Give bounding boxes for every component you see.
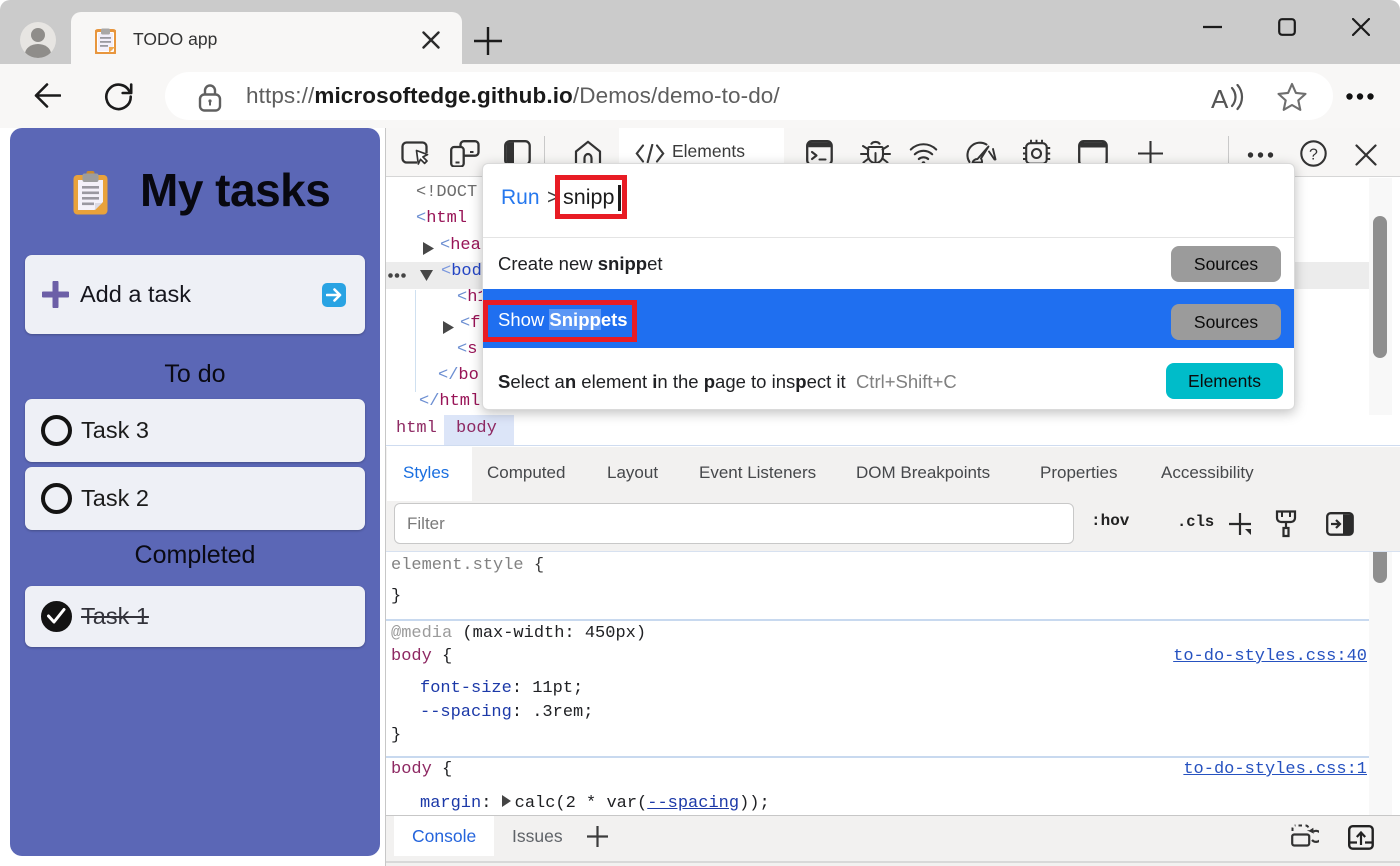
svg-text:A: A xyxy=(1211,84,1229,112)
svg-text:?: ? xyxy=(1309,147,1318,164)
